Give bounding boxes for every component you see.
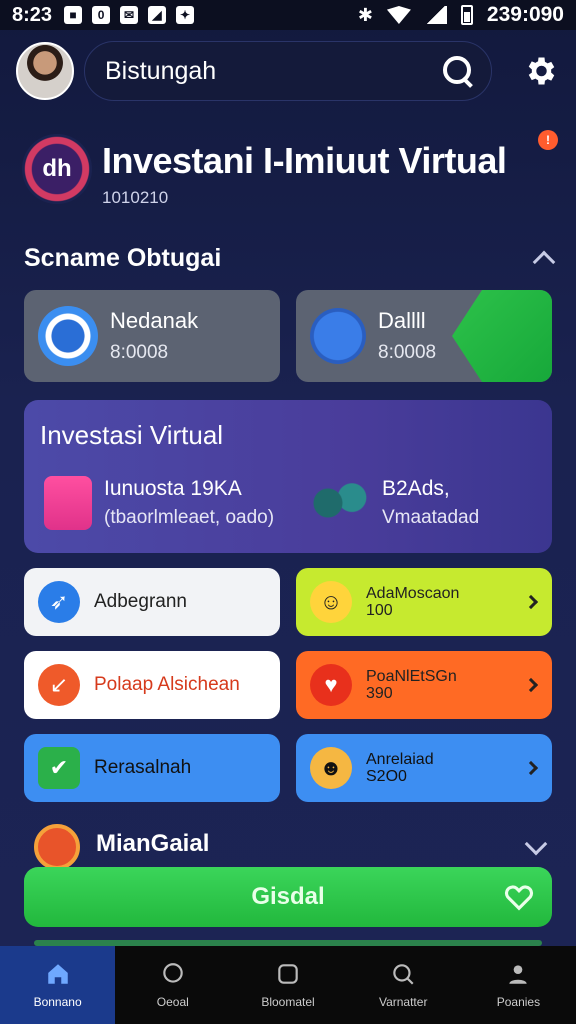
title-block: dh Investani I-Imiuut Virtual 1010210 ! [22, 130, 562, 220]
smiley-icon: ☻ [310, 747, 352, 789]
section-title: Scname Obtugai [24, 243, 222, 272]
notification-icon: 0 [92, 6, 111, 24]
nav-item-poanies[interactable]: Poanies [461, 946, 576, 1024]
tag-icon [452, 290, 552, 382]
tile-value: 390 [366, 685, 393, 702]
section-title: MianGaial [96, 830, 210, 857]
tile-adbegrann[interactable]: ➶ Adbegrann [24, 568, 280, 636]
tile-label: AdaMoscaon [366, 585, 460, 602]
card-title: Nedanak [110, 308, 199, 333]
square-icon [278, 964, 298, 984]
tile-adamoscaon[interactable]: ☺ AdaMoscaon 100 [296, 568, 552, 636]
card-title: Dallll [378, 308, 426, 333]
gear-icon[interactable] [520, 51, 560, 91]
invest-title: Investasi Virtual [40, 420, 224, 450]
search-icon [393, 964, 414, 985]
nav-item-oeoal[interactable]: Oeoal [115, 946, 230, 1024]
primary-button-label: Gisdal [251, 883, 325, 910]
notification-icon: ■ [64, 6, 83, 24]
nav-item-bloomatel[interactable]: Bloomatel [230, 946, 345, 1024]
tile-label: Anrelaiad [366, 751, 434, 768]
wifi-icon [386, 6, 411, 24]
avatar[interactable] [16, 42, 74, 100]
tile-polaap[interactable]: ↙ Polaap Alsichean [24, 651, 280, 719]
tile-anrelaiad[interactable]: ☻ Anrelaiad S2O0 [296, 734, 552, 802]
chevron-right-icon [523, 594, 539, 610]
chat-icon [163, 963, 183, 983]
search-icon[interactable] [441, 54, 475, 88]
invest-item-title: B2Ads, [382, 477, 450, 500]
chevron-down-icon[interactable] [524, 832, 548, 856]
wallet-icon [38, 306, 98, 366]
arrow-icon: ↙ [38, 664, 80, 706]
phone-icon [44, 476, 92, 530]
status-bar: 8:23 ■ 0 ✉ ◢ ✦ ✱ 239:090 [0, 0, 576, 30]
invest-item[interactable]: Iunuosta 19KA (tbaorlmleaet, oado) [44, 476, 290, 530]
home-icon [47, 964, 68, 984]
heart-icon: ♥ [310, 664, 352, 706]
bottom-nav: Bonnano Oeoal Bloomatel Varnatter Poanie… [0, 946, 576, 1024]
invest-item-subtitle: (tbaorlmleaet, oado) [104, 507, 275, 528]
search-bar[interactable]: Bistungah [84, 41, 492, 101]
notification-icon: ◢ [148, 6, 167, 24]
bluetooth-icon: ✱ [357, 4, 373, 25]
primary-button[interactable]: Gisdal [24, 867, 552, 927]
notification-icon: ✦ [176, 6, 195, 24]
tile-label: Polaap Alsichean [94, 674, 240, 695]
section-header[interactable]: Scname Obtugai [24, 238, 556, 278]
notification-icons: ■ 0 ✉ ◢ ✦ [64, 6, 195, 24]
chevron-up-icon[interactable] [532, 250, 556, 274]
search-label: Bistungah [105, 56, 217, 85]
invest-item[interactable]: B2Ads, Vmaatadad [290, 476, 536, 530]
chevron-right-icon [523, 760, 539, 776]
nav-label: Bonnano [33, 995, 82, 1009]
status-time: 8:23 [12, 3, 53, 26]
nav-label: Bloomatel [261, 995, 315, 1009]
page-subtitle: 1010210 [102, 188, 169, 207]
chevron-right-icon [523, 677, 539, 693]
tile-rerasalnah[interactable]: ✔ Rerasalnah [24, 734, 280, 802]
page-title: Investani I-Imiuut Virtual [102, 140, 507, 181]
card-value: 8:0008 [110, 342, 169, 363]
tile-label: PoaNlEtSGn [366, 668, 457, 685]
app-header: Bistungah [16, 38, 560, 104]
tile-value: S2O0 [366, 768, 407, 785]
nav-label: Poanies [496, 995, 541, 1009]
notification-icon: ✉ [120, 6, 139, 24]
nav-label: Oeoal [156, 995, 189, 1009]
tile-value: 100 [366, 602, 393, 619]
profile-icon [509, 965, 528, 984]
shield-icon: ✔ [38, 747, 80, 789]
app-logo: dh [22, 134, 92, 204]
clipboard-icon [310, 308, 366, 364]
invest-item-subtitle: Vmaatadad [382, 507, 480, 528]
balance-card[interactable]: Dallll 8:0008 [296, 290, 552, 382]
nav-label: Varnatter [378, 995, 428, 1009]
nav-item-varnatter[interactable]: Varnatter [346, 946, 461, 1024]
battery-icon [460, 5, 473, 25]
invest-item-title: Iunuosta 19KA [104, 477, 242, 500]
section-icon [34, 824, 80, 870]
binoculars-icon [310, 476, 370, 530]
balance-card[interactable]: Nedanak 8:0008 [24, 290, 280, 382]
tile-poanletsgn[interactable]: ♥ PoaNlEtSGn 390 [296, 651, 552, 719]
invest-card[interactable]: Investasi Virtual Iunuosta 19KA (tbaorlm… [24, 400, 552, 553]
smiley-icon: ☺ [310, 581, 352, 623]
card-value: 8:0008 [378, 342, 437, 363]
heart-icon [504, 885, 534, 911]
status-clock: 239:090 [486, 3, 564, 26]
rocket-icon: ➶ [38, 581, 80, 623]
tile-label: Rerasalnah [94, 757, 192, 778]
nav-item-home[interactable]: Bonnano [0, 946, 116, 1024]
notification-badge[interactable]: ! [538, 130, 558, 150]
signal-icon [424, 6, 447, 24]
tile-label: Adbegrann [94, 591, 187, 612]
